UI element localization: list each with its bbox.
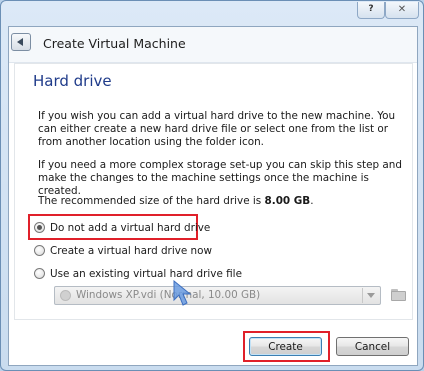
intro-text: If you wish you can add a virtual hard d… [38,110,396,148]
complex-setup-text: If you need a more complex storage set-u… [38,159,402,197]
choose-disk-file-button[interactable] [390,287,408,303]
create-button[interactable]: Create [249,337,322,356]
radio-existing-hard-drive[interactable] [34,268,45,279]
mouse-cursor-icon [173,280,192,306]
create-vm-window: ? ✕ Create Virtual Machine Hard drive If… [0,0,424,371]
option-create-hard-drive-label: Create a virtual hard drive now [50,245,213,257]
radio-no-hard-drive[interactable] [34,222,45,233]
back-arrow-icon [17,38,23,46]
recommended-size-suffix: . [310,195,314,207]
title-bar: ? ✕ [1,1,423,25]
recommended-size-text: The recommended size of the hard drive i… [38,195,408,208]
radio-create-hard-drive[interactable] [34,245,45,256]
cancel-button[interactable]: Cancel [336,337,409,356]
folder-icon [391,291,406,301]
chevron-down-icon[interactable] [362,288,379,303]
back-button[interactable] [11,33,31,51]
option-no-hard-drive-label: Do not add a virtual hard drive [50,222,211,234]
page-title: Hard drive [33,72,112,90]
recommended-size-value: 8.00 GB [264,195,311,207]
wizard-header: Create Virtual Machine [9,27,417,63]
option-existing-hard-drive-label: Use an existing virtual hard drive file [50,268,242,280]
recommended-size-prefix: The recommended size of the hard drive i… [38,195,265,207]
existing-disk-value: Windows XP.vdi (Normal, 10.00 GB) [76,289,261,301]
help-button[interactable]: ? [357,2,385,19]
wizard-panel: Create Virtual Machine Hard drive If you… [8,26,418,366]
close-button[interactable]: ✕ [385,2,419,19]
existing-disk-select[interactable]: Windows XP.vdi (Normal, 10.00 GB) [54,286,381,305]
hard-drive-page: Hard drive If you wish you can add a vir… [14,63,413,320]
wizard-title: Create Virtual Machine [43,36,186,51]
disk-icon [60,290,71,301]
